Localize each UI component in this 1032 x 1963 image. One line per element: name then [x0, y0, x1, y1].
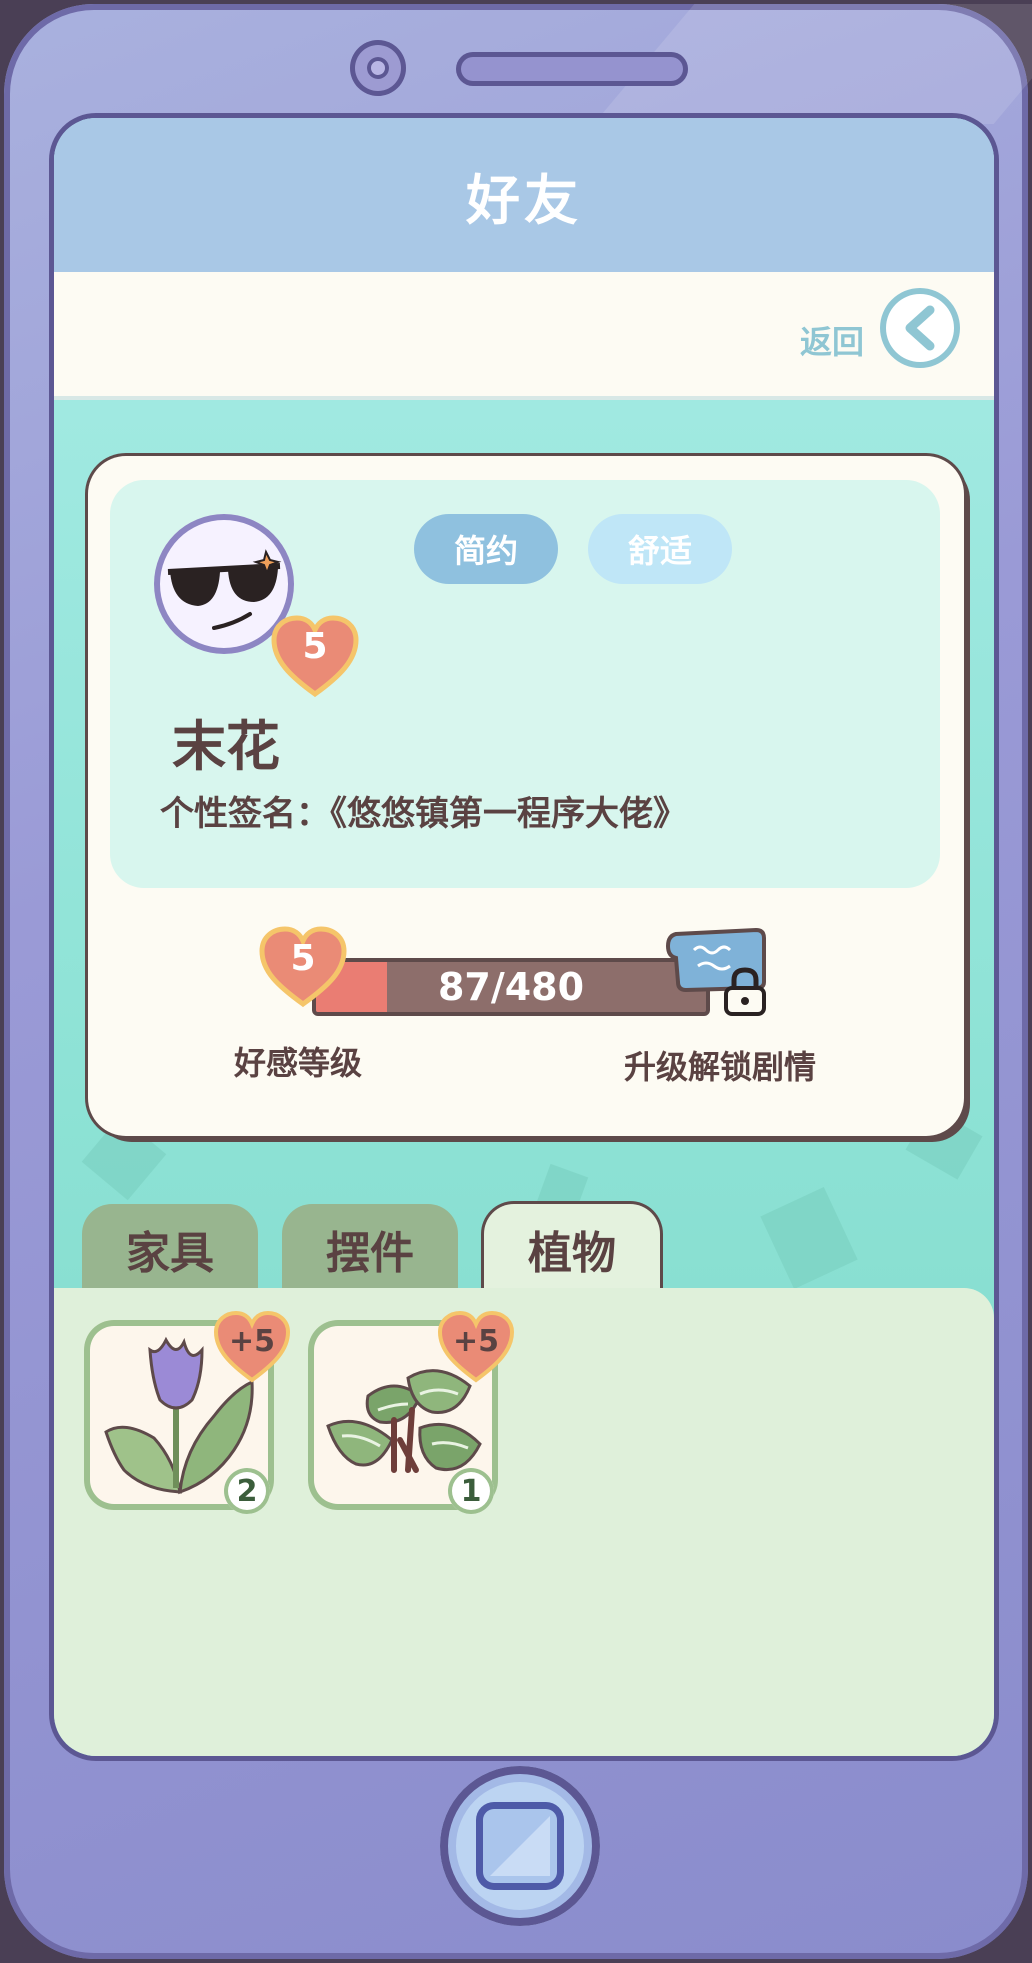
phone-frame: 好友 返回 5 简约 舒适 末花 个性签名：《悠悠镇第一程序大佬》 87/480… — [4, 4, 1032, 1959]
item-bonus-text: +5 — [452, 1324, 499, 1359]
app-header: 好友 — [54, 118, 994, 272]
avatar-level-number: 5 — [302, 626, 328, 667]
speaker-grille — [456, 52, 688, 86]
friend-name: 末花 — [172, 715, 280, 778]
affection-level-label: 好感等级 — [234, 1044, 363, 1082]
page-title: 好友 — [466, 168, 582, 232]
home-button[interactable] — [440, 1766, 600, 1926]
tag-simple: 简约 — [414, 514, 558, 584]
tab-plants[interactable]: 植物 — [484, 1204, 660, 1294]
item-inventory-panel: +5 2 +5 1 — [54, 1288, 994, 1756]
camera-icon — [350, 40, 406, 96]
tab-ornaments[interactable]: 摆件 — [282, 1204, 458, 1294]
affection-progress-text: 87/480 — [437, 965, 585, 1009]
item-slot-tulip[interactable]: +5 2 — [84, 1310, 291, 1514]
avatar[interactable]: 5 — [154, 514, 359, 698]
phone-screen: 好友 返回 5 简约 舒适 末花 个性签名：《悠悠镇第一程序大佬》 87/480… — [54, 118, 994, 1756]
locked-story-icon[interactable] — [665, 926, 774, 1018]
story-scroll-lock-icon — [665, 927, 766, 1016]
back-label[interactable]: 返回 — [800, 317, 864, 363]
item-bonus-text: +5 — [228, 1324, 275, 1359]
background-decoration — [760, 1186, 858, 1290]
item-count-badge: 1 — [448, 1468, 494, 1514]
profile-info-panel: 5 简约 舒适 末花 个性签名：《悠悠镇第一程序大佬》 — [110, 480, 940, 888]
item-affection-bonus: +5 — [436, 1310, 516, 1384]
item-count-badge: 2 — [224, 1468, 270, 1514]
friend-profile-card: 5 简约 舒适 末花 个性签名：《悠悠镇第一程序大佬》 87/480 5 好感等… — [88, 456, 964, 1136]
tag-cozy: 舒适 — [588, 514, 732, 584]
navigation-bar: 返回 — [54, 272, 994, 396]
item-affection-bonus: +5 — [212, 1310, 292, 1384]
home-square-icon — [476, 1802, 564, 1890]
tab-furniture[interactable]: 家具 — [82, 1204, 258, 1294]
avatar-level-badge: 5 — [270, 614, 360, 698]
back-button[interactable] — [880, 288, 960, 368]
affection-level-number: 5 — [290, 938, 316, 979]
chevron-left-icon — [905, 305, 935, 351]
signature-text: 个性签名：《悠悠镇第一程序大佬》 — [160, 794, 687, 834]
affection-level-badge: 5 — [258, 926, 348, 1008]
affection-progress-bar: 87/480 — [312, 958, 710, 1016]
item-slot-leafy-plant[interactable]: +5 1 — [308, 1310, 515, 1514]
unlock-story-label: 升级解锁剧情 — [624, 1048, 817, 1086]
